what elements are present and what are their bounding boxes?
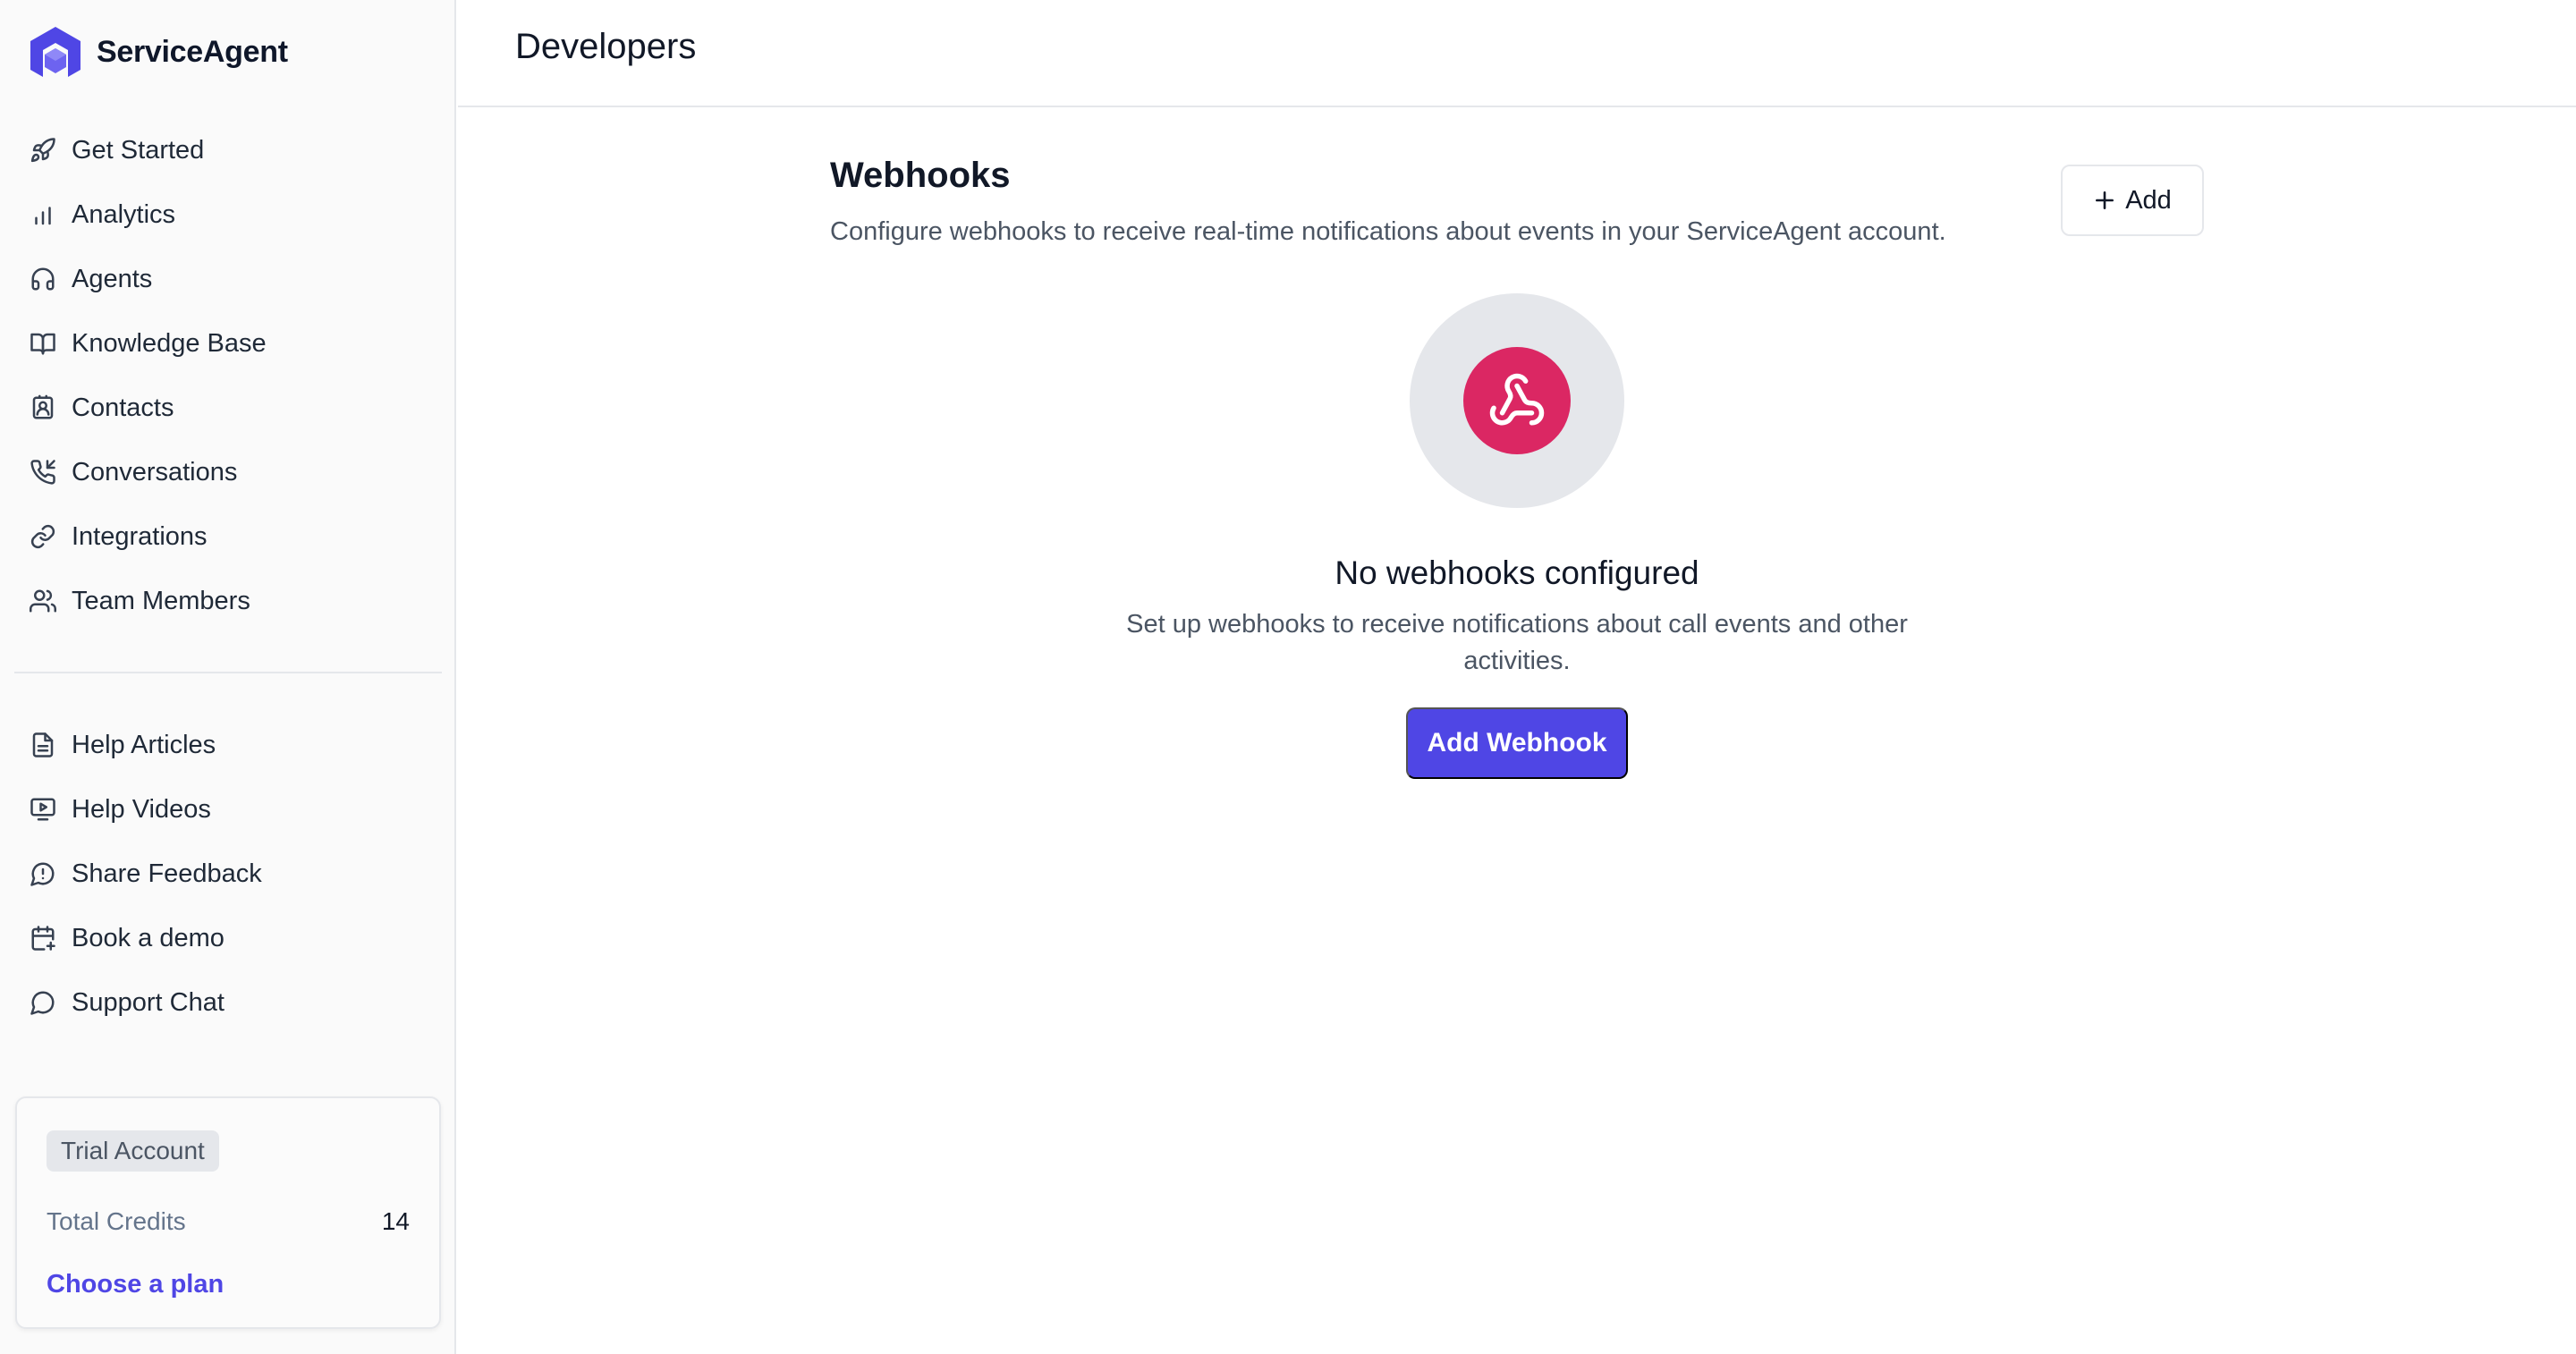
- sidebar-item-label: Help Articles: [72, 730, 216, 759]
- sidebar-item-book-demo[interactable]: Book a demo: [0, 906, 456, 970]
- feedback-icon: [29, 859, 57, 888]
- total-credits-value: 14: [381, 1207, 410, 1235]
- calendar-plus-icon: [29, 924, 57, 952]
- sidebar-item-knowledge-base[interactable]: Knowledge Base: [0, 311, 456, 376]
- page-header: Developers: [458, 0, 2576, 107]
- total-credits-label: Total Credits: [47, 1207, 186, 1235]
- sidebar-item-label: Book a demo: [72, 923, 225, 952]
- sidebar-item-support-chat[interactable]: Support Chat: [0, 970, 456, 1035]
- sidebar-item-analytics[interactable]: Analytics: [0, 182, 456, 247]
- sidebar-item-integrations[interactable]: Integrations: [0, 504, 456, 569]
- brand-logo-icon: [30, 27, 80, 77]
- sidebar-item-label: Analytics: [72, 199, 176, 229]
- sidebar-item-label: Integrations: [72, 521, 208, 551]
- contact-icon: [29, 394, 57, 422]
- sidebar-item-label: Share Feedback: [72, 859, 262, 888]
- sidebar: ServiceAgent Get Started Analytics Agent…: [0, 0, 456, 1354]
- sidebar-nav-secondary: Help Articles Help Videos Share Feedback…: [0, 713, 456, 1035]
- sidebar-item-label: Help Videos: [72, 794, 211, 824]
- sidebar-item-help-videos[interactable]: Help Videos: [0, 777, 456, 842]
- link-icon: [29, 522, 57, 551]
- empty-state-illustration: [1410, 293, 1624, 508]
- webhook-icon: [1489, 373, 1545, 426]
- sidebar-item-label: Knowledge Base: [72, 328, 267, 358]
- phone-incoming-icon: [29, 458, 57, 487]
- chat-icon: [29, 988, 57, 1017]
- sidebar-item-share-feedback[interactable]: Share Feedback: [0, 842, 456, 906]
- book-open-icon: [29, 329, 57, 358]
- empty-state-description: Set up webhooks to receive notifications…: [1126, 610, 1908, 675]
- page-title: Developers: [515, 27, 697, 66]
- video-icon: [29, 795, 57, 824]
- plus-icon: [2096, 191, 2114, 209]
- sidebar-item-label: Get Started: [72, 135, 205, 165]
- sidebar-item-label: Contacts: [72, 393, 174, 422]
- sidebar-item-label: Team Members: [72, 586, 250, 615]
- main-content: Developers Webhooks Configure webhooks t…: [458, 0, 2576, 1354]
- empty-state-title: No webhooks configured: [1335, 554, 1699, 591]
- add-webhook-button[interactable]: Add Webhook: [1406, 707, 1628, 779]
- app-window: ServiceAgent Get Started Analytics Agent…: [0, 0, 2576, 1354]
- sidebar-item-label: Support Chat: [72, 987, 225, 1017]
- headset-icon: [29, 265, 57, 293]
- add-button[interactable]: Add: [2061, 165, 2204, 236]
- brand[interactable]: ServiceAgent: [27, 25, 288, 79]
- sidebar-item-team-members[interactable]: Team Members: [0, 569, 456, 633]
- bar-chart-icon: [29, 200, 57, 229]
- users-icon: [29, 587, 57, 615]
- sidebar-item-label: Agents: [72, 264, 153, 293]
- sidebar-item-agents[interactable]: Agents: [0, 247, 456, 311]
- plan-card: Trial Account Total Credits 14 Choose a …: [15, 1096, 441, 1329]
- webhook-icon-badge: [1463, 347, 1571, 454]
- add-button-label: Add: [2125, 185, 2172, 215]
- sidebar-item-get-started[interactable]: Get Started: [0, 118, 456, 182]
- sidebar-nav-primary: Get Started Analytics Agents Knowledge B…: [0, 118, 456, 633]
- sidebar-item-help-articles[interactable]: Help Articles: [0, 713, 456, 777]
- sidebar-item-conversations[interactable]: Conversations: [0, 440, 456, 504]
- sidebar-item-label: Conversations: [72, 457, 238, 487]
- trial-account-badge: Trial Account: [47, 1130, 219, 1172]
- sidebar-item-contacts[interactable]: Contacts: [0, 376, 456, 440]
- brand-name: ServiceAgent: [97, 34, 288, 69]
- rocket-icon: [29, 136, 57, 165]
- sidebar-divider: [14, 672, 442, 673]
- webhooks-title: Webhooks: [830, 156, 1011, 195]
- choose-plan-link[interactable]: Choose a plan: [47, 1270, 224, 1299]
- file-text-icon: [29, 731, 57, 759]
- webhooks-description: Configure webhooks to receive real-time …: [830, 217, 1946, 246]
